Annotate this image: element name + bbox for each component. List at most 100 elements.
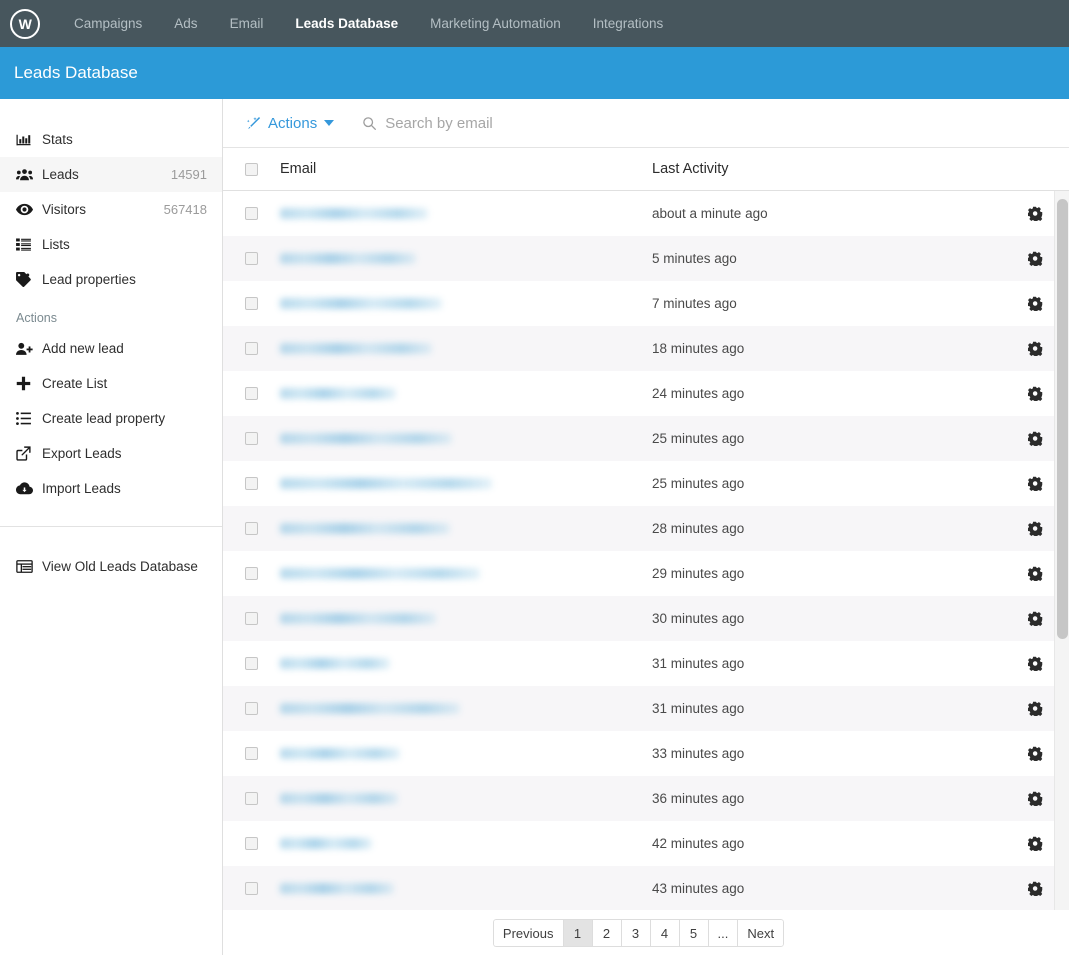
- pagination-page-1[interactable]: 1: [562, 919, 592, 947]
- email-redacted: [280, 748, 400, 759]
- row-checkbox[interactable]: [245, 387, 258, 400]
- gear-icon[interactable]: [1027, 836, 1043, 851]
- sidebar-action-create-lead-property[interactable]: Create lead property: [0, 401, 222, 436]
- user-plus-icon: [16, 342, 42, 356]
- sidebar-item-stats[interactable]: Stats: [0, 122, 222, 157]
- email-cell[interactable]: [280, 883, 652, 894]
- row-checkbox[interactable]: [245, 612, 258, 625]
- gear-icon[interactable]: [1027, 521, 1043, 536]
- table-row: 42 minutes ago: [223, 821, 1069, 866]
- gear-icon[interactable]: [1027, 566, 1043, 581]
- table-scrollbar-thumb[interactable]: [1057, 199, 1068, 639]
- plus-icon: [16, 376, 42, 391]
- email-cell[interactable]: [280, 298, 652, 309]
- sidebar-item-leads[interactable]: Leads 14591: [0, 157, 222, 192]
- gear-icon[interactable]: [1027, 746, 1043, 761]
- row-checkbox[interactable]: [245, 252, 258, 265]
- table-body: about a minute ago 5 minutes ago 7 minutes…: [223, 191, 1069, 910]
- email-cell[interactable]: [280, 478, 652, 489]
- pagination-page-2[interactable]: 2: [591, 919, 621, 947]
- email-redacted: [280, 253, 416, 264]
- row-checkbox[interactable]: [245, 567, 258, 580]
- pagination-page-3[interactable]: 3: [620, 919, 650, 947]
- pagination-next[interactable]: Next: [737, 919, 785, 947]
- sidebar-action-label: Create lead property: [42, 411, 166, 426]
- sidebar-item-visitors[interactable]: Visitors 567418: [0, 192, 222, 227]
- pagination-page-4[interactable]: 4: [649, 919, 679, 947]
- email-cell[interactable]: [280, 253, 652, 264]
- gear-icon[interactable]: [1027, 881, 1043, 896]
- column-header-last-activity[interactable]: Last Activity: [652, 161, 1001, 177]
- pagination-previous[interactable]: Previous: [492, 919, 563, 947]
- last-activity-cell: 33 minutes ago: [652, 746, 745, 761]
- email-cell[interactable]: [280, 613, 652, 624]
- page-title-bar: Leads Database: [0, 47, 1069, 99]
- email-cell[interactable]: [280, 523, 652, 534]
- gear-icon[interactable]: [1027, 701, 1043, 716]
- pagination-ellipsis[interactable]: ...: [707, 919, 738, 947]
- gear-icon[interactable]: [1027, 251, 1043, 266]
- row-checkbox[interactable]: [245, 792, 258, 805]
- row-checkbox[interactable]: [245, 522, 258, 535]
- sidebar-action-add-new-lead[interactable]: Add new lead: [0, 331, 222, 366]
- select-all-checkbox[interactable]: [245, 162, 258, 176]
- row-checkbox[interactable]: [245, 207, 258, 220]
- nav-item-email[interactable]: Email: [214, 0, 280, 47]
- row-select-cell: [223, 207, 280, 220]
- row-select-cell: [223, 342, 280, 355]
- email-cell[interactable]: [280, 703, 652, 714]
- email-cell[interactable]: [280, 208, 652, 219]
- email-cell[interactable]: [280, 838, 652, 849]
- email-cell[interactable]: [280, 658, 652, 669]
- row-checkbox[interactable]: [245, 657, 258, 670]
- sidebar-item-view-old-leads-database[interactable]: View Old Leads Database: [0, 549, 222, 584]
- gear-icon[interactable]: [1027, 791, 1043, 806]
- email-cell[interactable]: [280, 793, 652, 804]
- search-box[interactable]: [362, 114, 706, 132]
- email-cell[interactable]: [280, 748, 652, 759]
- email-cell[interactable]: [280, 433, 652, 444]
- tag-icon: [16, 272, 42, 287]
- actions-dropdown-button[interactable]: Actions: [246, 115, 335, 132]
- nav-item-marketing-automation[interactable]: Marketing Automation: [414, 0, 577, 47]
- column-header-email[interactable]: Email: [280, 161, 652, 177]
- search-input[interactable]: [385, 114, 706, 132]
- email-cell[interactable]: [280, 388, 652, 399]
- nav-item-integrations[interactable]: Integrations: [577, 0, 680, 47]
- sidebar-action-create-list[interactable]: Create List: [0, 366, 222, 401]
- gear-icon[interactable]: [1027, 206, 1043, 221]
- pagination-page-5[interactable]: 5: [678, 919, 708, 947]
- gear-icon[interactable]: [1027, 296, 1043, 311]
- sidebar-action-export-leads[interactable]: Export Leads: [0, 436, 222, 471]
- email-redacted: [280, 433, 452, 444]
- sidebar-item-lists[interactable]: Lists: [0, 227, 222, 262]
- users-icon: [16, 168, 42, 182]
- email-cell[interactable]: [280, 343, 652, 354]
- nav-item-campaigns[interactable]: Campaigns: [58, 0, 158, 47]
- gear-icon[interactable]: [1027, 656, 1043, 671]
- row-checkbox[interactable]: [245, 342, 258, 355]
- sidebar-action-import-leads[interactable]: Import Leads: [0, 471, 222, 506]
- row-checkbox[interactable]: [245, 747, 258, 760]
- row-checkbox[interactable]: [245, 702, 258, 715]
- nav-item-leads-database[interactable]: Leads Database: [279, 0, 414, 47]
- gear-icon[interactable]: [1027, 386, 1043, 401]
- circle-w-logo-icon[interactable]: W: [10, 8, 40, 39]
- gear-icon[interactable]: [1027, 611, 1043, 626]
- gear-icon[interactable]: [1027, 341, 1043, 356]
- gear-icon[interactable]: [1027, 476, 1043, 491]
- table-header-row: Email Last Activity: [223, 147, 1069, 191]
- email-redacted: [280, 343, 432, 354]
- row-checkbox[interactable]: [245, 297, 258, 310]
- list-icon: [16, 238, 42, 251]
- sidebar-item-lead-properties[interactable]: Lead properties: [0, 262, 222, 297]
- email-cell[interactable]: [280, 568, 652, 579]
- row-checkbox[interactable]: [245, 477, 258, 490]
- row-checkbox[interactable]: [245, 882, 258, 895]
- nav-item-ads[interactable]: Ads: [158, 0, 213, 47]
- bar-chart-icon: [16, 133, 42, 147]
- table-scrollbar[interactable]: [1054, 191, 1069, 910]
- gear-icon[interactable]: [1027, 431, 1043, 446]
- row-checkbox[interactable]: [245, 432, 258, 445]
- row-checkbox[interactable]: [245, 837, 258, 850]
